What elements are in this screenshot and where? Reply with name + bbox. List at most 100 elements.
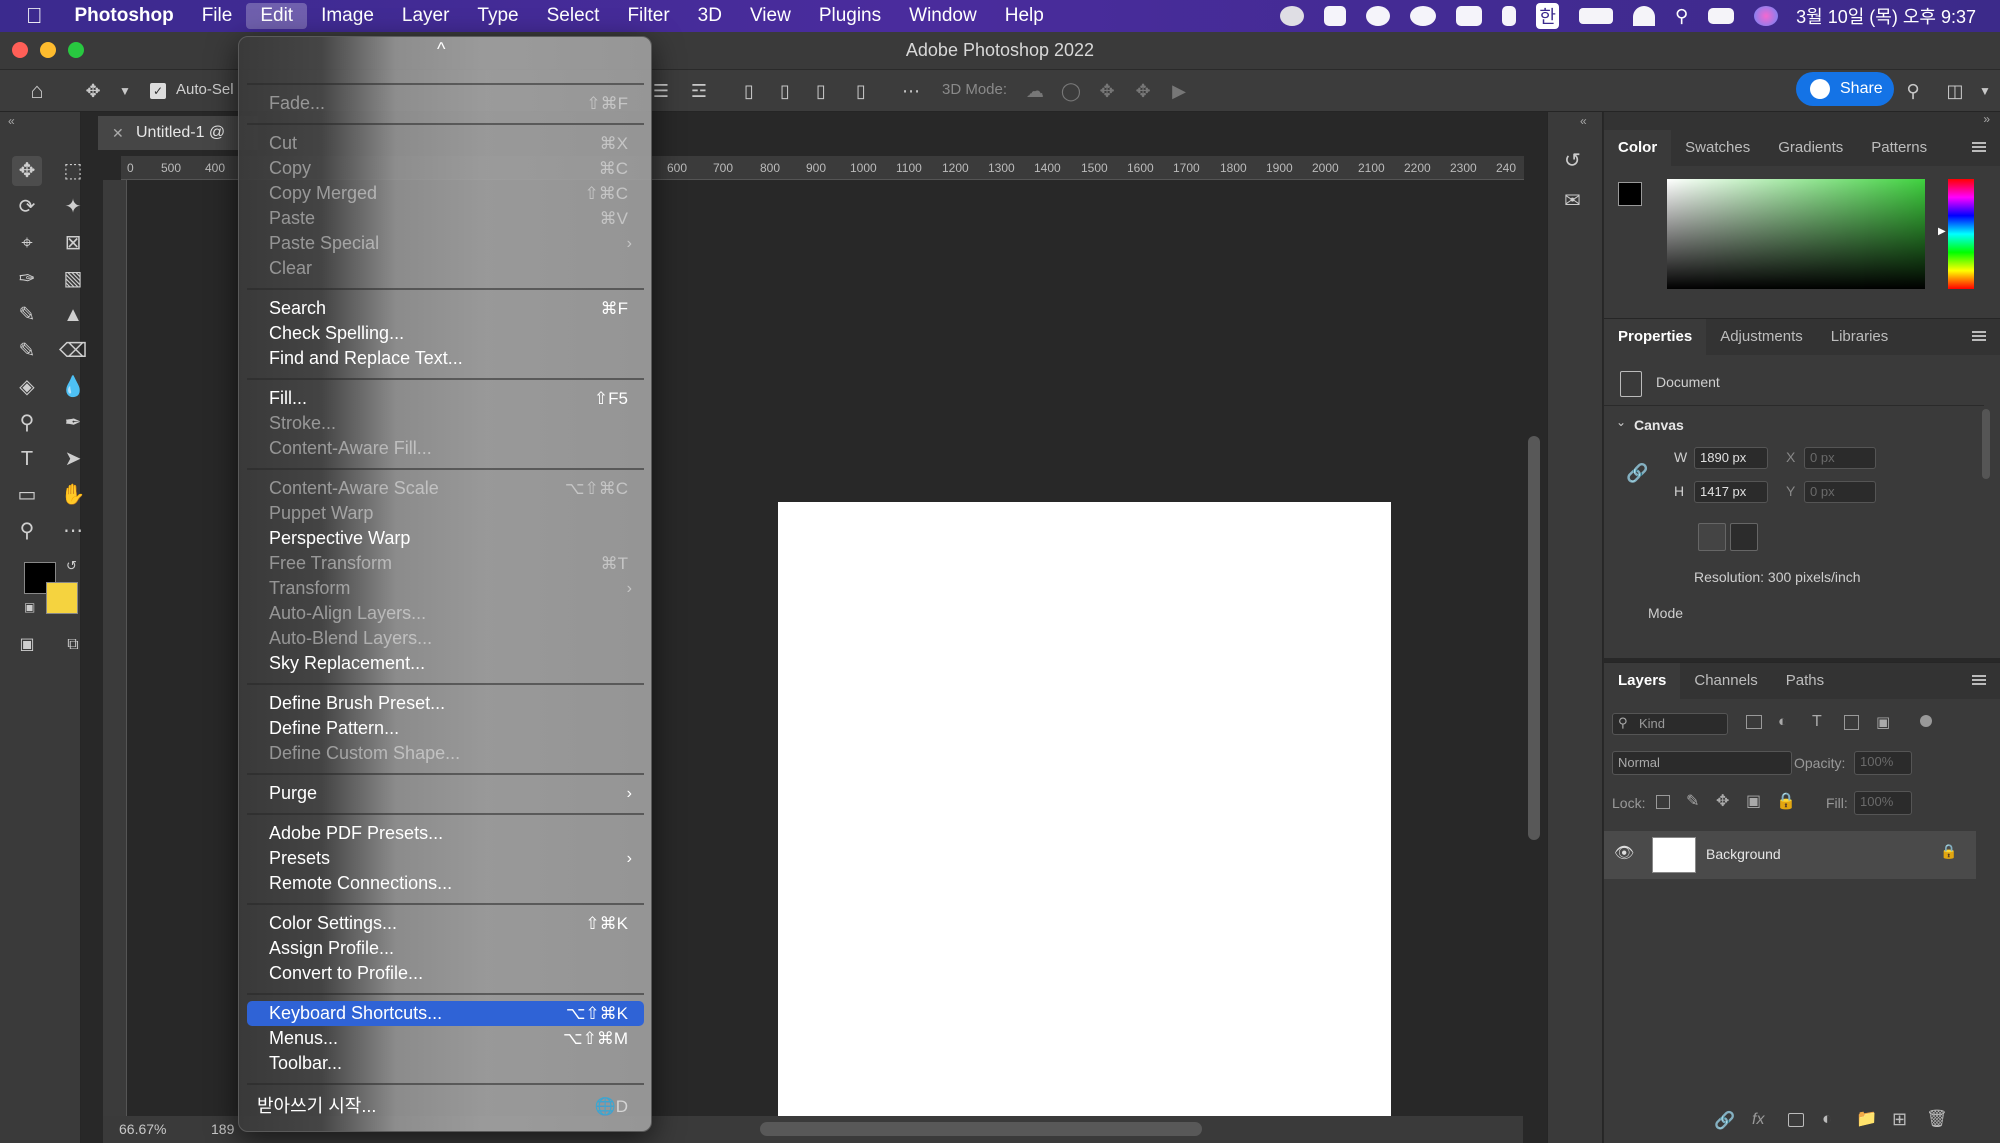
type-tool-icon[interactable]: T xyxy=(12,444,42,474)
history-brush-tool-icon[interactable]: ✎ xyxy=(12,336,42,366)
control-center-icon[interactable] xyxy=(1708,8,1735,24)
menu-plugins[interactable]: Plugins xyxy=(805,0,895,32)
menu-window[interactable]: Window xyxy=(895,0,991,32)
width-field[interactable]: 1890 px xyxy=(1694,447,1768,469)
menu-item-paste[interactable]: Paste ⌘V xyxy=(247,206,644,231)
brush-tool-icon[interactable]: ✎ xyxy=(12,300,42,330)
move-tool-icon[interactable]: ✥ xyxy=(12,156,42,186)
menu-item-stroke[interactable]: Stroke... xyxy=(247,411,644,436)
menu-item-perspective-warp[interactable]: Perspective Warp xyxy=(247,526,644,551)
menu-item-paste-special[interactable]: Paste Special › xyxy=(247,231,644,256)
menu-item-assign-profile[interactable]: Assign Profile... xyxy=(247,936,644,961)
lock-transparent-icon[interactable] xyxy=(1656,795,1670,809)
menu-item-define-brush-preset[interactable]: Define Brush Preset... xyxy=(247,691,644,716)
properties-scrollbar[interactable] xyxy=(1982,409,1990,479)
panel-menu-icon[interactable] xyxy=(1972,142,1986,152)
slide-3d-icon[interactable]: ✥ xyxy=(1132,80,1154,102)
distribute-vcenter-icon[interactable]: ▯ xyxy=(774,80,796,102)
layer-kind-filter[interactable]: Kind xyxy=(1612,713,1728,735)
close-tab-icon[interactable]: ✕ xyxy=(112,116,124,150)
zoom-icon[interactable] xyxy=(1324,6,1347,26)
path-selection-tool-icon[interactable]: ➤ xyxy=(58,444,88,474)
portrait-orientation-icon[interactable] xyxy=(1698,523,1726,551)
zoom-level[interactable]: 66.67% xyxy=(119,1121,166,1137)
send-icon[interactable] xyxy=(1366,6,1391,26)
menu-item-cut[interactable]: Cut ⌘X xyxy=(247,131,644,156)
pixel-filter-icon[interactable] xyxy=(1746,715,1762,729)
roll-3d-icon[interactable]: ◯ xyxy=(1060,80,1082,102)
menu-item-auto-align-layers[interactable]: Auto-Align Layers... xyxy=(247,601,644,626)
rectangle-tool-icon[interactable]: ▭ xyxy=(12,480,42,510)
menu-item-start-dictation[interactable]: 받아쓰기 시작... 🌐D xyxy=(247,1094,644,1119)
menu-help[interactable]: Help xyxy=(991,0,1058,32)
default-colors-icon[interactable]: ▣ xyxy=(24,600,35,614)
apple-menu-icon[interactable]:  xyxy=(0,3,61,29)
menu-item-transform[interactable]: Transform › xyxy=(247,576,644,601)
menu-type[interactable]: Type xyxy=(463,0,532,32)
tab-libraries[interactable]: Libraries xyxy=(1817,319,1903,355)
menu-app-photoshop[interactable]: Photoshop xyxy=(61,0,188,32)
document-info[interactable]: 189 xyxy=(211,1116,234,1143)
home-icon[interactable]: ⌂ xyxy=(26,80,48,102)
panel-menu-icon[interactable] xyxy=(1972,331,1986,341)
tab-patterns[interactable]: Patterns xyxy=(1857,130,1941,166)
type-filter-icon[interactable]: T xyxy=(1812,713,1822,731)
hue-slider[interactable] xyxy=(1948,179,1974,289)
eraser-tool-icon[interactable]: ⌫ xyxy=(58,336,88,366)
lock-artboard-icon[interactable]: ▣ xyxy=(1746,791,1761,811)
lock-image-icon[interactable]: ✎ xyxy=(1686,791,1699,811)
layer-row[interactable]: 👁 Background 🔒 xyxy=(1604,831,1976,879)
menu-item-define-pattern[interactable]: Define Pattern... xyxy=(247,716,644,741)
wifi-icon[interactable] xyxy=(1632,6,1655,26)
menu-item-keyboard-shortcuts[interactable]: Keyboard Shortcuts... ⌥⇧⌘K xyxy=(247,1001,644,1026)
menu-item-clear[interactable]: Clear xyxy=(247,256,644,281)
menu-item-purge[interactable]: Purge › xyxy=(247,781,644,806)
dodge-tool-icon[interactable]: ⚲ xyxy=(12,408,42,438)
vertical-scrollbar[interactable] xyxy=(1528,436,1540,840)
notification-icon[interactable] xyxy=(1280,6,1305,26)
lasso-tool-icon[interactable]: ⟳ xyxy=(12,192,42,222)
eye-icon[interactable]: 👁 xyxy=(1614,843,1634,863)
menu-item-copy-merged[interactable]: Copy Merged ⇧⌘C xyxy=(247,181,644,206)
orbit-3d-icon[interactable]: ☁ xyxy=(1024,80,1046,102)
background-color-swatch[interactable] xyxy=(46,582,78,614)
align-center-icon[interactable]: ☰ xyxy=(650,80,672,102)
creative-cloud-icon[interactable] xyxy=(1410,6,1437,26)
hue-slider-handle-icon[interactable]: ▶ xyxy=(1938,226,1946,237)
tab-channels[interactable]: Channels xyxy=(1680,663,1771,699)
menu-filter[interactable]: Filter xyxy=(613,0,683,32)
paint-bucket-tool-icon[interactable]: ◈ xyxy=(12,372,42,402)
delete-layer-icon[interactable]: 🗑 xyxy=(1926,1109,1948,1129)
distribute-top-icon[interactable]: ▯ xyxy=(738,80,760,102)
tab-color[interactable]: Color xyxy=(1604,130,1672,166)
tab-layers[interactable]: Layers xyxy=(1604,663,1681,699)
menu-select[interactable]: Select xyxy=(533,0,614,32)
menu-3d[interactable]: 3D xyxy=(684,0,736,32)
more-options-icon[interactable]: ⋯ xyxy=(900,80,922,102)
auto-select-checkbox[interactable]: ✓ xyxy=(150,83,166,99)
blend-mode-select[interactable]: Normal xyxy=(1612,751,1792,775)
menu-item-check-spelling[interactable]: Check Spelling... xyxy=(247,321,644,346)
scroll-up-chevron-icon[interactable]: ^ xyxy=(437,39,445,60)
menu-item-toolbar[interactable]: Toolbar... xyxy=(247,1051,644,1076)
move-tool-icon[interactable]: ✥ xyxy=(82,80,104,102)
height-field[interactable]: 1417 px xyxy=(1694,481,1768,503)
pen-tool-icon[interactable]: ✒ xyxy=(58,408,88,438)
landscape-orientation-icon[interactable] xyxy=(1730,523,1758,551)
siri-icon[interactable] xyxy=(1754,6,1779,26)
chevron-down-icon[interactable]: ▼ xyxy=(1974,80,1996,102)
link-layers-icon[interactable]: 🔗 xyxy=(1714,1111,1735,1131)
chevron-down-icon[interactable]: ▼ xyxy=(114,80,136,102)
tab-properties[interactable]: Properties xyxy=(1604,319,1707,355)
lock-all-icon[interactable]: 🔒 xyxy=(1776,791,1796,811)
screen-mode-icon[interactable]: ⧉ xyxy=(58,630,88,660)
search-icon[interactable]: ⚲ xyxy=(1902,80,1924,102)
filter-toggle-icon[interactable] xyxy=(1920,715,1932,727)
collapse-icon[interactable]: « xyxy=(1580,114,1587,128)
eyedropper-tool-icon[interactable]: ✑ xyxy=(12,264,42,294)
stamp-tool-icon[interactable]: ▲ xyxy=(58,300,88,330)
menu-item-content-aware-scale[interactable]: Content-Aware Scale ⌥⇧⌘C xyxy=(247,476,644,501)
battery-icon[interactable] xyxy=(1578,8,1613,24)
y-field[interactable]: 0 px xyxy=(1804,481,1876,503)
panel-menu-icon[interactable] xyxy=(1972,675,1986,685)
